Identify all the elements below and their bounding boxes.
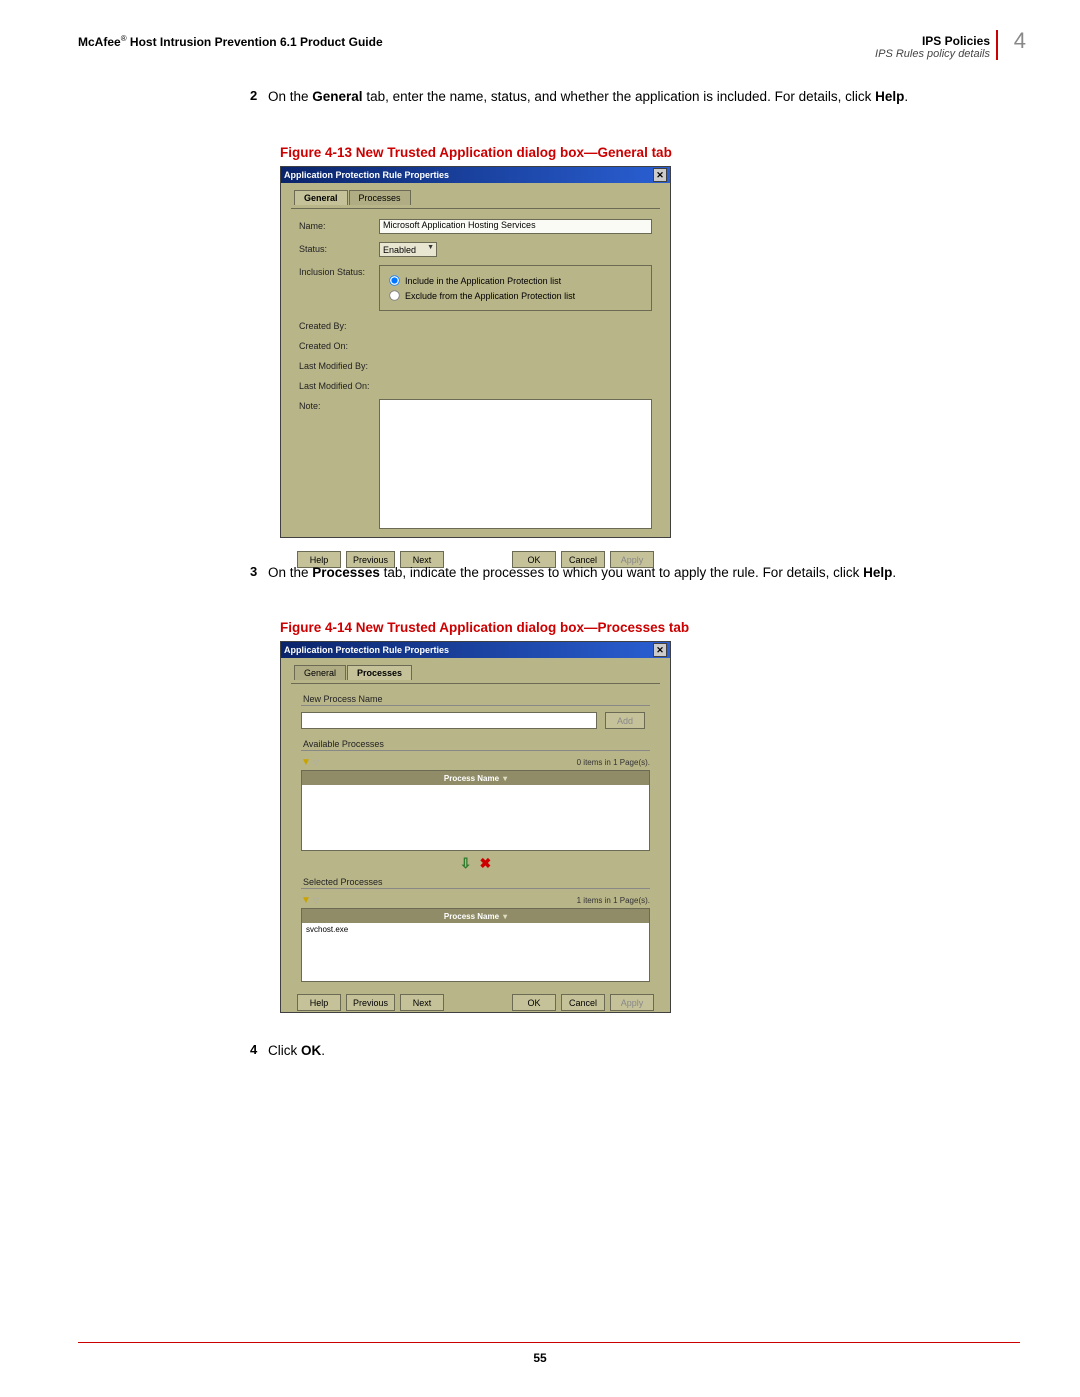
step-number: 2	[250, 88, 257, 103]
apply-button[interactable]: Apply	[610, 994, 654, 1011]
figure-caption-4-14: Figure 4-14 New Trusted Application dial…	[280, 620, 689, 635]
step-3: 3 On the Processes tab, indicate the pro…	[268, 564, 1008, 581]
selected-pager: 1 items in 1 Page(s).	[577, 896, 650, 905]
chapter-number: 4	[1014, 28, 1026, 54]
dialog-titlebar: Application Protection Rule Properties ✕	[281, 167, 670, 183]
page-number: 55	[0, 1351, 1080, 1365]
tab-processes[interactable]: Processes	[349, 190, 411, 205]
step-4: 4 Click OK.	[268, 1042, 1008, 1059]
tab-general[interactable]: General	[294, 665, 346, 680]
filter-icon[interactable]: ▼	[301, 895, 311, 906]
name-field[interactable]: Microsoft Application Hosting Services	[379, 219, 652, 234]
group-available: Available Processes	[303, 739, 650, 749]
dialog-tabs: GeneralProcesses	[294, 189, 660, 207]
available-toolbar: ▼▽ 0 items in 1 Page(s).	[301, 757, 650, 768]
dialog-tabs: GeneralProcesses	[294, 664, 660, 682]
filter-icon[interactable]: ▼	[301, 757, 311, 768]
step-text: Click OK.	[268, 1043, 325, 1058]
add-selected-icon[interactable]: ⇩	[460, 855, 472, 872]
available-pager: 0 items in 1 Page(s).	[577, 758, 650, 767]
add-button[interactable]: Add	[605, 712, 645, 729]
footer-rule	[78, 1342, 1020, 1343]
label-inclusion: Inclusion Status:	[299, 265, 379, 277]
dialog-general: Application Protection Rule Properties ✕…	[280, 166, 671, 538]
selected-toolbar: ▼▽ 1 items in 1 Page(s).	[301, 895, 650, 906]
group-selected: Selected Processes	[303, 877, 650, 887]
clear-filter-icon[interactable]: ▽	[313, 758, 319, 767]
header-section: IPS Policies IPS Rules policy details	[875, 34, 990, 60]
remove-selected-icon[interactable]: ✖	[480, 855, 492, 872]
sort-icon: ▾	[503, 774, 507, 783]
dialog-title-text: Application Protection Rule Properties	[284, 167, 449, 183]
grid-header[interactable]: Process Name▾	[302, 909, 649, 923]
label-name: Name:	[299, 219, 379, 231]
close-icon[interactable]: ✕	[653, 168, 667, 182]
label-modified-by: Last Modified By:	[299, 359, 379, 371]
close-icon[interactable]: ✕	[653, 643, 667, 657]
figure-caption-4-13: Figure 4-13 New Trusted Application dial…	[280, 145, 672, 160]
dialog-title-text: Application Protection Rule Properties	[284, 642, 449, 658]
sort-icon: ▾	[503, 912, 507, 921]
ok-button[interactable]: OK	[512, 994, 556, 1011]
available-grid: Process Name▾	[301, 770, 650, 851]
dialog-titlebar: Application Protection Rule Properties ✕	[281, 642, 670, 658]
radio-exclude[interactable]: Exclude from the Application Protection …	[388, 289, 643, 302]
cancel-button[interactable]: Cancel	[561, 994, 605, 1011]
grid-header[interactable]: Process Name▾	[302, 771, 649, 785]
step-text: On the General tab, enter the name, stat…	[268, 89, 908, 104]
radio-include[interactable]: Include in the Application Protection li…	[388, 274, 643, 287]
group-new-process: New Process Name	[303, 694, 650, 704]
header-divider	[996, 30, 998, 60]
clear-filter-icon[interactable]: ▽	[313, 896, 319, 905]
label-created-on: Created On:	[299, 339, 379, 351]
tab-processes[interactable]: Processes	[347, 665, 412, 680]
selected-grid-body: svchost.exe	[302, 923, 649, 981]
dialog-buttons: Help Previous Next OK Cancel Apply	[291, 986, 660, 1019]
new-process-input[interactable]	[301, 712, 597, 729]
status-select[interactable]: Enabled	[379, 242, 437, 257]
tab-general[interactable]: General	[294, 190, 348, 205]
label-status: Status:	[299, 242, 379, 254]
step-2: 2 On the General tab, enter the name, st…	[268, 88, 1008, 105]
next-button[interactable]: Next	[400, 994, 444, 1011]
inclusion-group: Include in the Application Protection li…	[379, 265, 652, 311]
label-note: Note:	[299, 399, 379, 529]
step-number: 4	[250, 1042, 257, 1057]
previous-button[interactable]: Previous	[346, 994, 395, 1011]
label-modified-on: Last Modified On:	[299, 379, 379, 391]
selected-grid: Process Name▾ svchost.exe	[301, 908, 650, 982]
dialog-processes: Application Protection Rule Properties ✕…	[280, 641, 671, 1013]
note-field[interactable]	[379, 399, 652, 529]
available-grid-body	[302, 785, 649, 850]
step-text: On the Processes tab, indicate the proce…	[268, 565, 896, 580]
transfer-buttons: ⇩ ✖	[301, 851, 650, 875]
table-row[interactable]: svchost.exe	[302, 923, 649, 936]
page-header: McAfee® Host Intrusion Prevention 6.1 Pr…	[78, 34, 1020, 62]
step-number: 3	[250, 564, 257, 579]
label-created-by: Created By:	[299, 319, 379, 331]
help-button[interactable]: Help	[297, 994, 341, 1011]
header-product: McAfee® Host Intrusion Prevention 6.1 Pr…	[78, 35, 383, 49]
